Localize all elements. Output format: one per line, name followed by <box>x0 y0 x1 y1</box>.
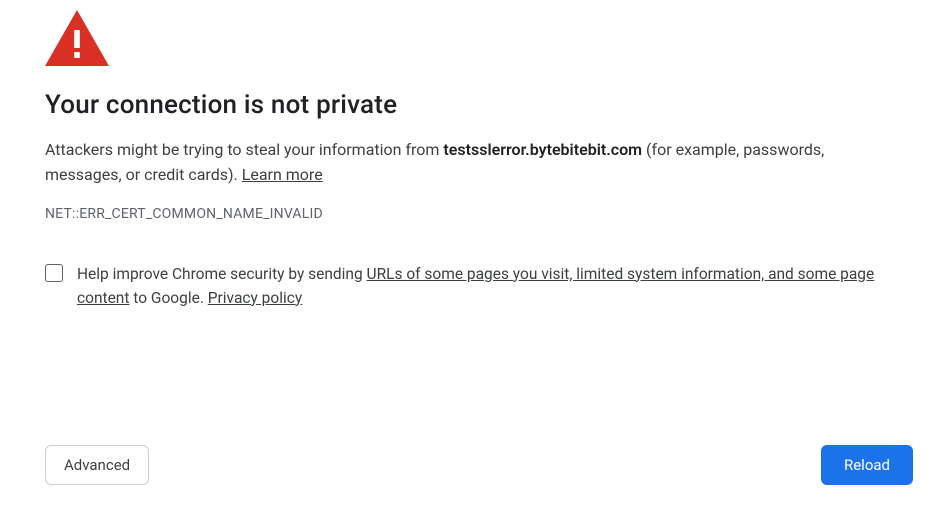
improve-prefix: Help improve Chrome security by sending <box>77 265 367 283</box>
reload-button[interactable]: Reload <box>821 445 913 485</box>
page-title: Your connection is not private <box>45 90 904 120</box>
warning-icon <box>45 10 904 66</box>
site-domain: testsslerror.bytebitebit.com <box>443 140 642 159</box>
improve-security-checkbox[interactable] <box>45 264 63 282</box>
improve-mid: to Google. <box>129 289 207 307</box>
button-row: Advanced Reload <box>0 445 949 485</box>
improve-security-row: Help improve Chrome security by sending … <box>45 262 904 310</box>
description: Attackers might be trying to steal your … <box>45 138 895 188</box>
privacy-policy-link[interactable]: Privacy policy <box>208 289 302 307</box>
error-code: NET::ERR_CERT_COMMON_NAME_INVALID <box>45 206 904 222</box>
advanced-button[interactable]: Advanced <box>45 445 149 485</box>
description-prefix: Attackers might be trying to steal your … <box>45 140 443 159</box>
improve-security-text: Help improve Chrome security by sending … <box>77 262 904 310</box>
learn-more-link[interactable]: Learn more <box>242 165 323 184</box>
